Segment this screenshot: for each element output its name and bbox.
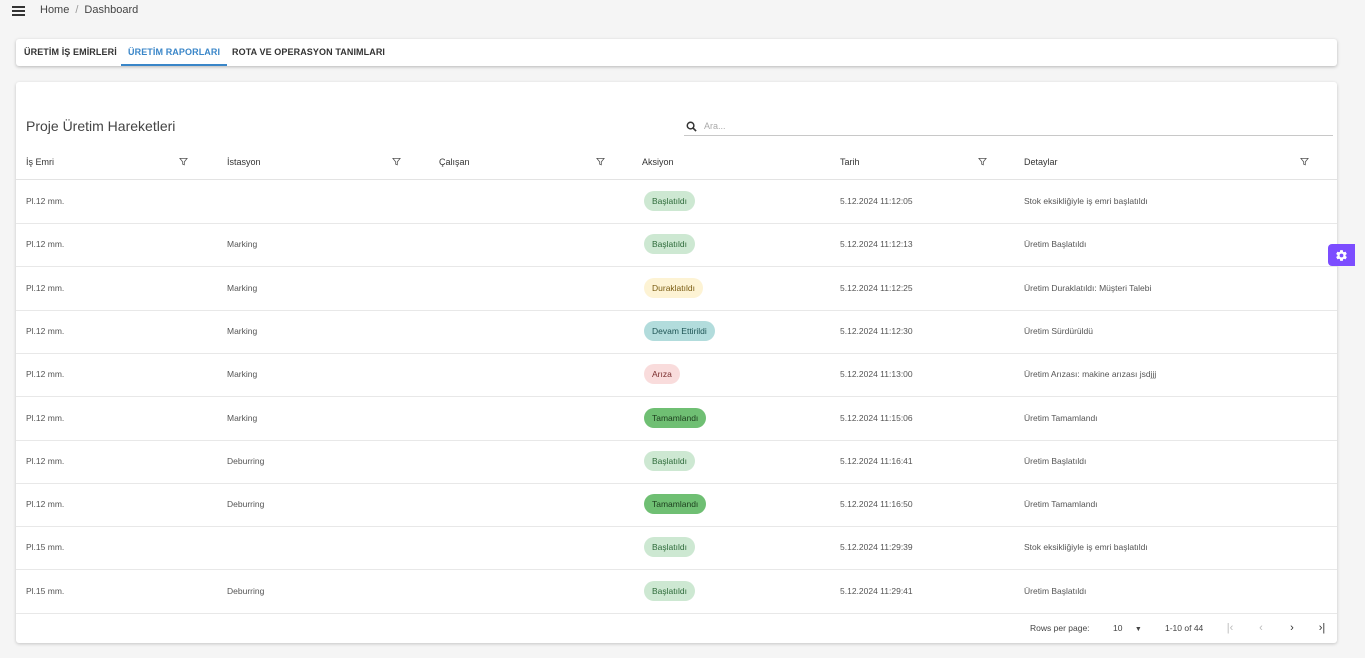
- column-header-tarih[interactable]: Tarih: [840, 145, 860, 179]
- column-header-istasyon[interactable]: İstasyon: [227, 145, 261, 179]
- cell-tarih: 5.12.2024 11:13:00: [840, 369, 913, 380]
- filter-icon[interactable]: [978, 157, 987, 166]
- cell-detaylar: Üretim Duraklatıldı: Müşteri Talebi: [1024, 282, 1152, 293]
- cell-detaylar: Üretim Tamamlandı: [1024, 499, 1098, 510]
- rows-per-page-value: 10: [1113, 623, 1123, 633]
- cell-istasyon: Marking: [227, 369, 258, 380]
- cell-detaylar: Üretim Tamamlandı: [1024, 412, 1098, 423]
- top-bar: Home / Dashboard: [0, 0, 1365, 22]
- cell-tarih: 5.12.2024 11:12:05: [840, 196, 913, 206]
- breadcrumb-home[interactable]: Home: [40, 4, 69, 16]
- page-title: Proje Üretim Hareketleri: [26, 118, 176, 134]
- breadcrumb: Home / Dashboard: [40, 4, 138, 16]
- tab-uretim-is-emirleri[interactable]: ÜRETİM İŞ EMİRLERİ: [24, 39, 117, 66]
- cell-is-emri: Pl.12 mm.: [26, 325, 65, 336]
- cell-is-emri: Pl.15 mm.: [26, 585, 65, 596]
- status-chip[interactable]: Başlatıldı: [644, 191, 695, 211]
- previous-page-icon[interactable]: ‹: [1253, 620, 1269, 636]
- table-row[interactable]: Pl.12 mm. Marking 5.12.2024 11:12:30 Üretim…: [16, 310, 1337, 354]
- chevron-down-icon: ▼: [1134, 626, 1142, 633]
- cell-tarih: 5.12.2024 11:12:30: [840, 325, 913, 336]
- production-movements-card: Proje Üretim Hareketleri İş Emri İstasyo…: [16, 82, 1337, 643]
- cell-detaylar: Üretim Başlatıldı: [1024, 239, 1087, 250]
- column-header-detaylar[interactable]: Detaylar: [1024, 145, 1058, 179]
- cell-detaylar: Stok eksikliğiyle iş emri başlatıldı: [1024, 196, 1148, 206]
- cell-istasyon: Marking: [227, 239, 258, 250]
- gear-icon: [1336, 250, 1347, 261]
- cell-is-emri: Pl.12 mm.: [26, 196, 65, 206]
- cell-tarih: 5.12.2024 11:16:41: [840, 455, 913, 466]
- tab-rota-ve-operasyon-tanimlari[interactable]: ROTA VE OPERASYON TANIMLARI: [232, 39, 385, 66]
- cell-tarih: 5.12.2024 11:16:50: [840, 499, 913, 510]
- status-chip[interactable]: Tamamlandı: [644, 407, 707, 428]
- cell-istasyon: Deburring: [227, 499, 265, 510]
- cell-is-emri: Pl.15 mm.: [26, 542, 65, 553]
- cell-istasyon: Marking: [227, 282, 258, 293]
- search-input[interactable]: [704, 118, 1304, 133]
- cell-is-emri: Pl.12 mm.: [26, 369, 65, 380]
- search-box: [684, 118, 1333, 136]
- rows-per-page-label: Rows per page:: [1030, 623, 1090, 633]
- cell-detaylar: Üretim Sürdürüldü: [1024, 325, 1093, 336]
- status-chip[interactable]: Duraklatıldı: [644, 277, 703, 298]
- cell-istasyon: Marking: [227, 412, 258, 423]
- table-row[interactable]: Pl.12 mm. Marking 5.12.2024 11:12:13 Üretim…: [16, 223, 1337, 268]
- pagination-range: 1-10 of 44: [1165, 623, 1204, 633]
- table-row[interactable]: Pl.15 mm. 5.12.2024 11:29:39 Stok eksikliğ…: [16, 526, 1337, 571]
- filter-icon[interactable]: [179, 157, 188, 166]
- table-row[interactable]: Pl.12 mm. Marking 5.12.2024 11:12:25 Üretim…: [16, 267, 1337, 311]
- menu-icon[interactable]: [12, 6, 25, 16]
- cell-is-emri: Pl.12 mm.: [26, 239, 65, 250]
- cell-istasyon: Deburring: [227, 455, 265, 466]
- breadcrumb-separator: /: [75, 4, 79, 16]
- cell-tarih: 5.12.2024 11:29:41: [840, 585, 913, 596]
- cell-is-emri: Pl.12 mm.: [26, 455, 65, 466]
- cell-is-emri: Pl.12 mm.: [26, 282, 65, 293]
- table-row[interactable]: Pl.12 mm. Deburring 5.12.2024 11:16:41 Üret…: [16, 440, 1337, 484]
- table-row[interactable]: Pl.12 mm. 5.12.2024 11:12:05 Stok eksikliğ…: [16, 180, 1337, 224]
- cell-istasyon: Deburring: [227, 585, 265, 596]
- next-page-icon[interactable]: ›: [1284, 620, 1300, 636]
- column-header-calisan[interactable]: Çalışan: [439, 145, 470, 179]
- filter-icon[interactable]: [392, 157, 401, 166]
- filter-icon[interactable]: [1300, 157, 1309, 166]
- status-chip[interactable]: Başlatıldı: [644, 537, 695, 558]
- cell-detaylar: Üretim Arızası: makine arızası jsdjjj: [1024, 369, 1157, 380]
- cell-tarih: 5.12.2024 11:29:39: [840, 542, 913, 553]
- cell-is-emri: Pl.12 mm.: [26, 412, 65, 423]
- cell-is-emri: Pl.12 mm.: [26, 499, 65, 510]
- table-row[interactable]: Pl.12 mm. Deburring 5.12.2024 11:16:50 Üret…: [16, 483, 1337, 528]
- cell-tarih: 5.12.2024 11:12:13: [840, 239, 913, 250]
- status-chip[interactable]: Arıza: [644, 364, 680, 385]
- cell-istasyon: Marking: [227, 325, 258, 336]
- table-row[interactable]: Pl.12 mm. Marking 5.12.2024 11:13:00 Üretim…: [16, 353, 1337, 398]
- status-chip[interactable]: Başlatıldı: [644, 234, 695, 255]
- table-row[interactable]: Pl.12 mm. Marking 5.12.2024 11:15:06 Üretim…: [16, 397, 1337, 441]
- cell-tarih: 5.12.2024 11:12:25: [840, 282, 913, 293]
- rows-per-page-select[interactable]: 10 ▼: [1113, 613, 1142, 645]
- settings-button[interactable]: [1328, 244, 1355, 266]
- cell-detaylar: Stok eksikliğiyle iş emri başlatıldı: [1024, 542, 1148, 553]
- status-chip[interactable]: Başlatıldı: [644, 450, 695, 471]
- tab-uretim-raporlari[interactable]: ÜRETİM RAPORLARI: [121, 39, 228, 66]
- breadcrumb-current: Dashboard: [84, 4, 139, 16]
- last-page-icon[interactable]: ›|: [1314, 620, 1330, 636]
- table-header: İş Emri İstasyon Çalışan Aksiyon Tarih D…: [16, 145, 1337, 180]
- status-chip[interactable]: Başlatıldı: [644, 580, 695, 601]
- tabs-bar: ÜRETİM İŞ EMİRLERİ ÜRETİM RAPORLARI ROTA…: [16, 39, 1337, 66]
- cell-detaylar: Üretim Başlatıldı: [1024, 585, 1087, 596]
- table-row[interactable]: Pl.15 mm. Deburring 5.12.2024 11:29:41 Üret…: [16, 570, 1337, 614]
- first-page-icon[interactable]: |‹: [1222, 620, 1238, 636]
- table-pagination: Rows per page: 10 ▼ 1-10 of 44 |‹ ‹ › ›|: [16, 613, 1337, 643]
- column-header-aksiyon[interactable]: Aksiyon: [642, 145, 674, 179]
- cell-tarih: 5.12.2024 11:15:06: [840, 412, 913, 423]
- filter-icon[interactable]: [596, 157, 605, 166]
- status-chip[interactable]: Tamamlandı: [644, 494, 707, 515]
- search-icon: [686, 121, 697, 132]
- column-header-is-emri[interactable]: İş Emri: [26, 145, 54, 179]
- cell-detaylar: Üretim Başlatıldı: [1024, 455, 1087, 466]
- status-chip[interactable]: Devam Ettirildi: [644, 320, 715, 341]
